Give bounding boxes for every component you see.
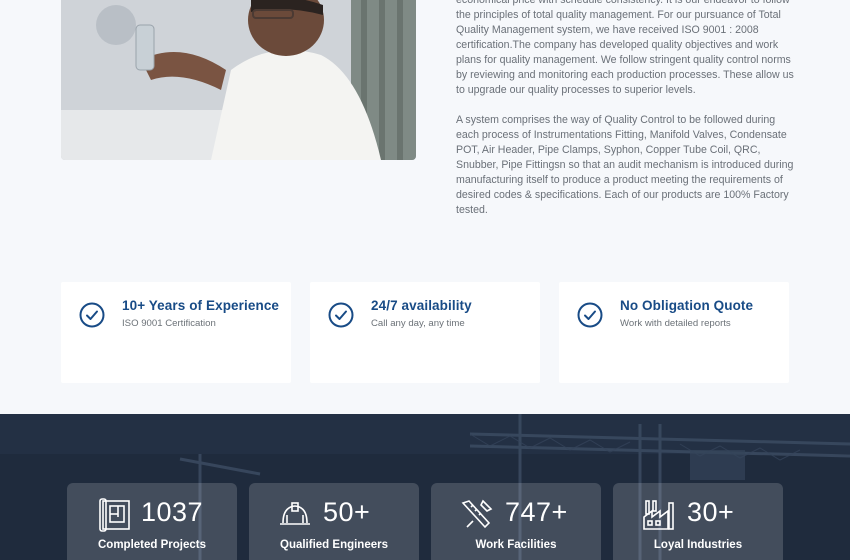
feature-card-quote: No Obligation Quote Work with detailed r… (559, 282, 789, 383)
factory-icon (643, 500, 674, 530)
stat-label: Qualified Engineers (280, 539, 388, 551)
hard-hat-icon (280, 502, 310, 525)
quality-intro-text: economical price with schedule consisten… (456, 0, 796, 233)
stat-card-projects: 1037 Completed Projects (67, 483, 237, 560)
stat-label: Work Facilities (475, 539, 557, 551)
tools-icon (461, 499, 493, 529)
blueprint-icon (99, 498, 130, 532)
feature-card-experience: 10+ Years of Experience ISO 9001 Certifi… (61, 282, 291, 383)
stat-value: 30+ (687, 497, 735, 527)
stat-card-facilities: 747+ Work Facilities (431, 483, 601, 560)
stat-card-engineers: 50+ Qualified Engineers (249, 483, 419, 560)
feature-subtitle: ISO 9001 Certification (122, 318, 216, 329)
feature-title: 24/7 availability (371, 298, 472, 313)
intro-paragraph-2: A system comprises the way of Quality Co… (456, 114, 794, 216)
stat-label: Completed Projects (98, 539, 206, 551)
feature-card-availability: 24/7 availability Call any day, any time (310, 282, 540, 383)
stat-card-industries: 30+ Loyal Industries (613, 483, 783, 560)
stat-label: Loyal Industries (653, 539, 743, 551)
feature-title: 10+ Years of Experience (122, 298, 280, 313)
feature-title: No Obligation Quote (620, 298, 754, 313)
stat-value: 50+ (323, 497, 371, 527)
stat-value: 1037 (141, 497, 204, 527)
check-circle-icon (577, 302, 603, 328)
quality-inspection-photo (61, 0, 416, 160)
check-circle-icon (328, 302, 354, 328)
intro-paragraph-1: economical price with schedule consisten… (456, 0, 794, 96)
stats-section: 1037 Completed Projects 50+ Qualified En… (0, 414, 850, 560)
feature-subtitle: Work with detailed reports (620, 318, 731, 329)
feature-subtitle: Call any day, any time (371, 318, 465, 329)
check-circle-icon (79, 302, 105, 328)
stat-value: 747+ (505, 497, 568, 527)
